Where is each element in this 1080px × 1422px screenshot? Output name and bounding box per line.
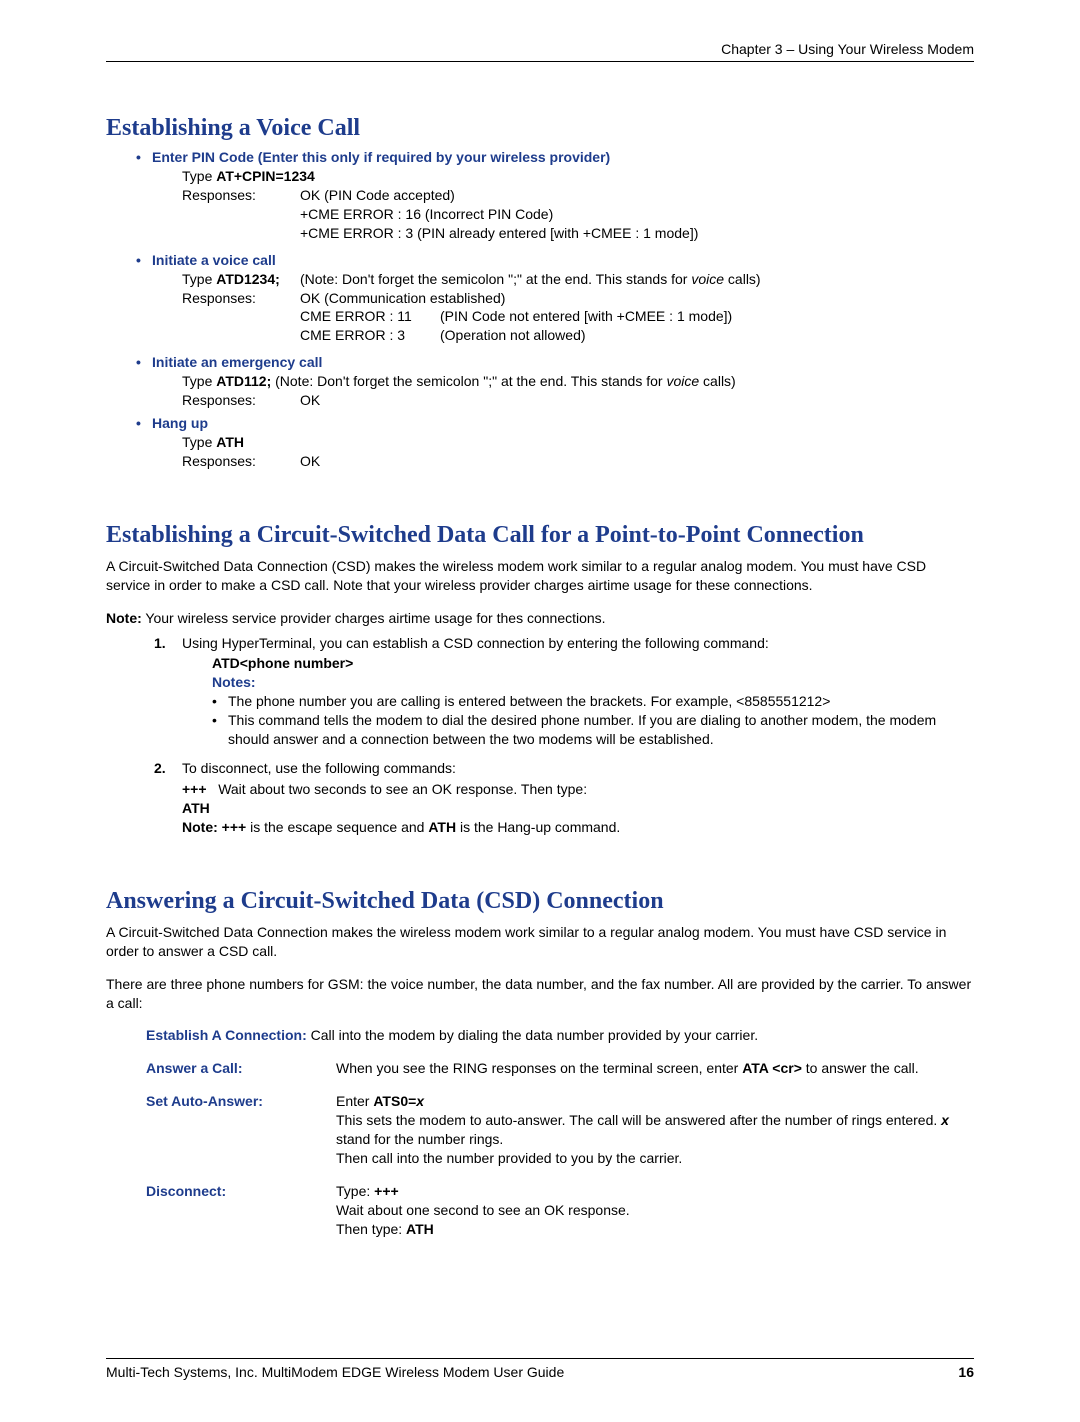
row-establish: Establish A Connection: Call into the mo… [146, 1026, 974, 1045]
b1-r1: OK (PIN Code accepted) [300, 186, 698, 205]
n1-cmd: ATD<phone number> [212, 654, 974, 673]
n1-sb2: This command tells the modem to dial the… [228, 711, 974, 749]
b1-resp-label: Responses: [182, 186, 300, 243]
bullet-hangup: • Hang up Type ATH Responses: OK [136, 414, 974, 471]
bullet-icon: • [136, 414, 152, 433]
b1-type-pre: Type [182, 168, 216, 184]
b3-head: Initiate an emergency call [152, 353, 322, 372]
section2-title: Establishing a Circuit-Switched Data Cal… [106, 519, 974, 551]
section2-note: Note: Your wireless service provider cha… [106, 609, 974, 628]
bullet-voice-call: • Initiate a voice call Type ATD1234; (N… [136, 251, 974, 345]
row-answer: Answer a Call: When you see the RING res… [146, 1059, 974, 1078]
section3-title: Answering a Circuit-Switched Data (CSD) … [106, 885, 974, 917]
bullet-icon: • [212, 692, 228, 711]
section2-para: A Circuit-Switched Data Connection (CSD)… [106, 557, 974, 595]
row-disconnect: Disconnect: Type: +++ Wait about one sec… [146, 1182, 974, 1239]
bullet-icon: • [136, 148, 152, 167]
b3-r1: OK [300, 391, 320, 410]
b1-r2: +CME ERROR : 16 (Incorrect PIN Code) [300, 205, 698, 224]
footer-text: Multi-Tech Systems, Inc. MultiModem EDGE… [106, 1363, 564, 1382]
b1-r3: +CME ERROR : 3 (PIN already entered [wit… [300, 224, 698, 243]
b3-resp-label: Responses: [182, 391, 300, 410]
b2-type: Type ATD1234; [182, 270, 300, 289]
page-footer: Multi-Tech Systems, Inc. MultiModem EDGE… [106, 1358, 974, 1382]
b4-head: Hang up [152, 414, 208, 433]
b4-r1: OK [300, 452, 320, 471]
bullet-emergency: • Initiate an emergency call Type ATD112… [136, 353, 974, 410]
page-number: 16 [958, 1363, 974, 1382]
chapter-label: Chapter 3 – Using Your Wireless Modem [721, 41, 974, 57]
n1-text: Using HyperTerminal, you can establish a… [182, 634, 769, 653]
b1-head: Enter PIN Code (Enter this only if requi… [152, 148, 610, 167]
section3-para2: There are three phone numbers for GSM: t… [106, 975, 974, 1013]
n2-num: 2. [154, 759, 182, 778]
b1-type-cmd: AT+CPIN=1234 [216, 168, 315, 184]
n1-notes-label: Notes: [212, 673, 974, 692]
bullet-enter-pin: • Enter PIN Code (Enter this only if req… [136, 148, 974, 242]
n1-sb1: The phone number you are calling is ente… [228, 692, 830, 711]
b2-note: (Note: Don't forget the semicolon ";" at… [300, 270, 761, 289]
b1-responses: OK (PIN Code accepted) +CME ERROR : 16 (… [300, 186, 698, 243]
n2-text: To disconnect, use the following command… [182, 759, 456, 778]
section3-para1: A Circuit-Switched Data Connection makes… [106, 923, 974, 961]
b2-resp-label: Responses: [182, 289, 300, 346]
page-header: Chapter 3 – Using Your Wireless Modem [106, 40, 974, 62]
bullet-icon: • [136, 251, 152, 270]
num-list: 1. Using HyperTerminal, you can establis… [154, 634, 974, 653]
bullet-icon: • [136, 353, 152, 372]
b4-resp-label: Responses: [182, 452, 300, 471]
row-auto-answer: Set Auto-Answer: Enter ATS0=x This sets … [146, 1092, 974, 1168]
bullet-icon: • [212, 711, 228, 730]
n1-num: 1. [154, 634, 182, 653]
b2-head: Initiate a voice call [152, 251, 276, 270]
b2-r1: OK (Communication established) [300, 289, 732, 308]
section1-title: Establishing a Voice Call [106, 112, 974, 144]
b2-responses: OK (Communication established) CME ERROR… [300, 289, 732, 346]
answer-table: Establish A Connection: Call into the mo… [146, 1026, 974, 1238]
